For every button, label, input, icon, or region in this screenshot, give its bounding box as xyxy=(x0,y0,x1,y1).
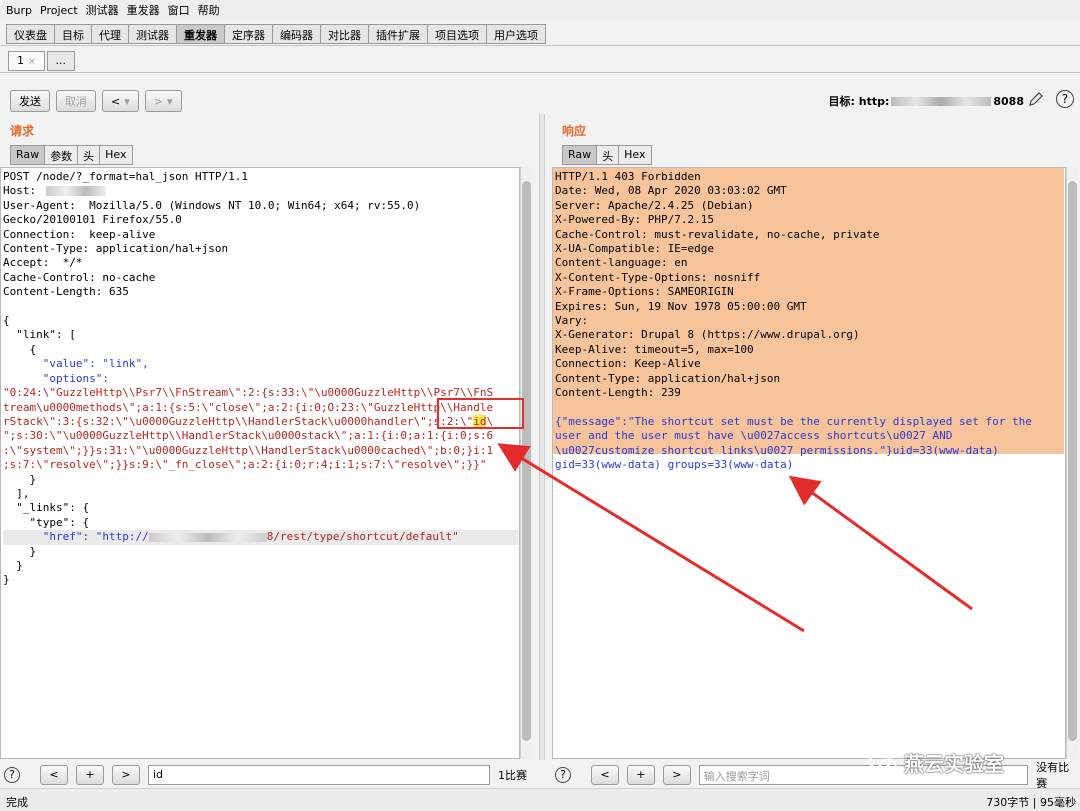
response-size: 730字节 | 95毫秒 xyxy=(986,796,1076,809)
annotation-arrows xyxy=(497,443,973,633)
wechat-icon xyxy=(869,751,897,773)
watermark-text: 燕云实验室 xyxy=(904,752,1004,776)
status-bar: 完成 730字节 | 95毫秒 xyxy=(0,788,1080,811)
annotation-arrow xyxy=(497,443,805,633)
help-icon[interactable]: ? xyxy=(555,767,571,783)
match-count: 没有比赛 xyxy=(1036,761,1070,790)
help-icon[interactable]: ? xyxy=(4,767,20,783)
status-text: 完成 xyxy=(6,796,28,809)
annotation-arrow xyxy=(788,475,973,611)
match-count: 1比赛 xyxy=(498,769,527,782)
request-search-bar: ? < + > id 1比赛 xyxy=(4,764,527,786)
search-input[interactable]: id xyxy=(148,765,490,785)
search-next-button[interactable]: > xyxy=(662,765,691,785)
search-prev-button[interactable]: < xyxy=(40,765,68,785)
search-add-button[interactable]: + xyxy=(626,765,655,785)
watermark: 燕云实验室 xyxy=(868,748,1004,777)
search-next-button[interactable]: > xyxy=(112,765,140,785)
search-prev-button[interactable]: < xyxy=(590,765,619,785)
search-add-button[interactable]: + xyxy=(76,765,104,785)
